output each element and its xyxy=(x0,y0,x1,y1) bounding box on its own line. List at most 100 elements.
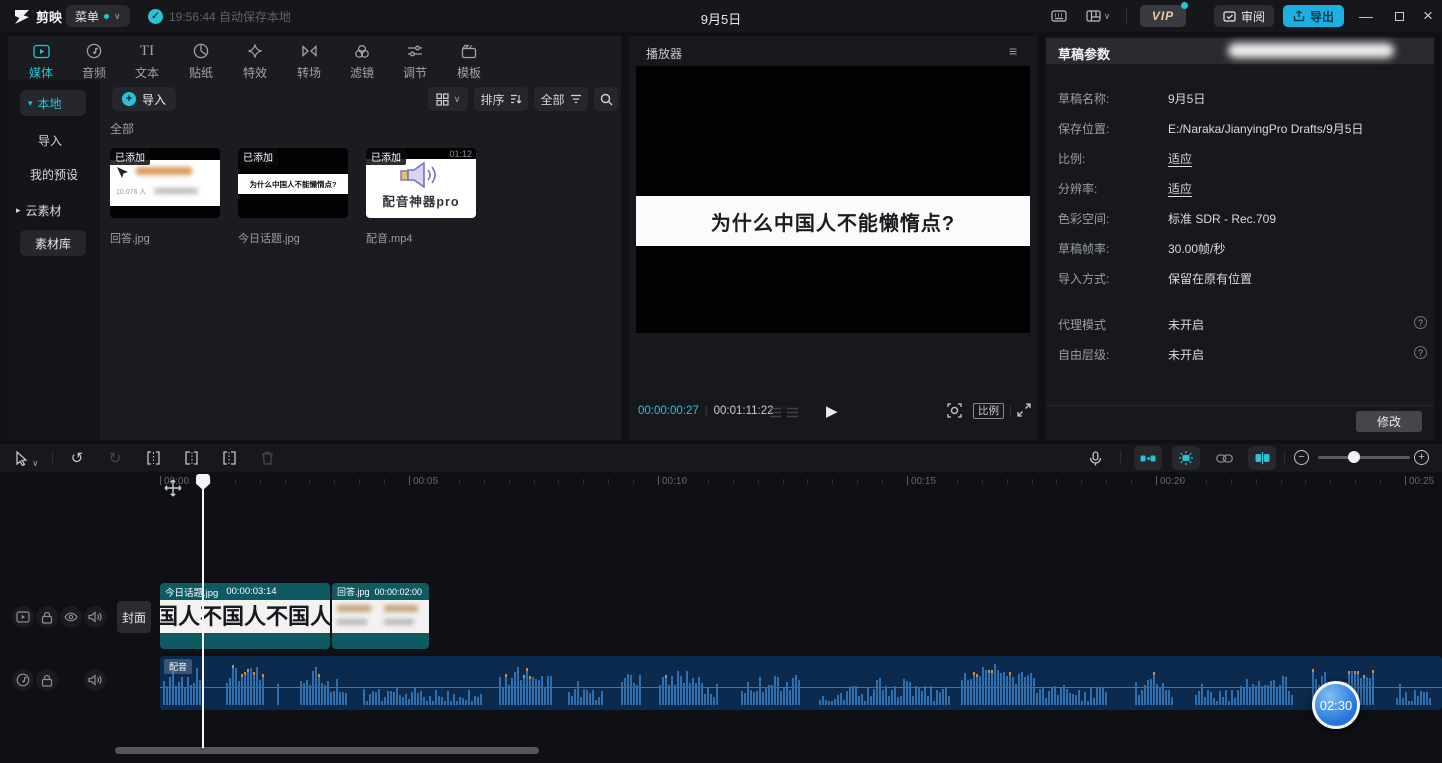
sidebar-item-library[interactable]: 素材库 xyxy=(20,230,86,256)
proxy-mode-value: 未开启 xyxy=(1168,316,1204,333)
audio-track-lock-button[interactable] xyxy=(36,669,58,691)
timeline-toolbar: ∨ ↺ ↻ xyxy=(0,444,1442,472)
audio-track-mute-button[interactable] xyxy=(84,669,106,691)
tab-text[interactable]: TI 文本 xyxy=(121,40,173,81)
video-viewport[interactable]: 为什么中国人不能懒惰点? xyxy=(636,66,1030,333)
clip-answer-header[interactable]: 回答.jpg 00:00:02:00 xyxy=(332,583,429,600)
fullscreen-icon xyxy=(1017,403,1031,417)
tab-audio[interactable]: 音频 xyxy=(68,40,120,81)
player-menu-button[interactable]: ≡ xyxy=(1009,43,1017,59)
auto-snap-icon xyxy=(1178,451,1194,465)
sidebar-item-cloud[interactable]: ▸ 云素材 xyxy=(16,202,62,219)
filter-icon xyxy=(570,93,582,105)
window-maximize-button[interactable] xyxy=(1385,4,1413,28)
main-track-magnet-button[interactable] xyxy=(1134,446,1162,470)
media-card-answer[interactable]: 已添加 10,076 人 xyxy=(110,148,220,218)
clip-answer-filmstrip[interactable] xyxy=(332,600,429,633)
keyboard-icon xyxy=(1051,10,1067,22)
select-tool-button[interactable] xyxy=(12,450,30,466)
auto-snap-button[interactable] xyxy=(1172,446,1200,470)
undo-button[interactable]: ↺ xyxy=(68,450,86,466)
ratio-value-dropdown[interactable]: 适应 xyxy=(1168,150,1192,167)
added-badge: 已添加 xyxy=(110,148,150,165)
filter-button[interactable]: 全部 xyxy=(534,87,588,111)
clip-topic-header[interactable]: 今日话题.jpg 00:00:03:14 xyxy=(160,583,330,600)
audio-clip-voiceover[interactable]: 配音 xyxy=(160,656,1442,710)
lock-icon xyxy=(41,674,53,687)
tab-adjust[interactable]: 调节 xyxy=(389,40,441,81)
voiceover-thumb-text: 配音神器pro xyxy=(366,191,476,210)
link-preview-button[interactable] xyxy=(1212,450,1236,466)
window-minimize-button[interactable]: — xyxy=(1352,4,1380,28)
video-caption-text: 为什么中国人不能懒惰点? xyxy=(711,207,955,236)
frame-preview-button[interactable] xyxy=(947,403,962,418)
layout-switch-button[interactable]: ∨ xyxy=(1080,4,1116,28)
vip-notification-dot xyxy=(1181,2,1188,9)
split-keep-right-button[interactable] xyxy=(220,450,238,466)
timeline-ruler[interactable]: 00:00 00:05 00:10 00:15 00:20 00:25 xyxy=(0,472,1442,494)
modify-button[interactable]: 修改 xyxy=(1356,411,1422,432)
tab-transition[interactable]: 转场 xyxy=(283,40,335,81)
clip-topic-footer xyxy=(160,633,330,649)
tab-template[interactable]: 模板 xyxy=(443,40,495,81)
clip-topic-filmstrip[interactable]: 国人不国人不国人不国人 xyxy=(160,600,330,633)
sidebar-item-import[interactable]: 导入 xyxy=(38,132,62,149)
split-button[interactable] xyxy=(144,450,162,466)
split-keep-left-button[interactable] xyxy=(182,450,200,466)
play-button[interactable]: ▶ xyxy=(826,402,838,420)
media-card-topic[interactable]: 已添加 为什么中国人不能懒惰点? xyxy=(238,148,348,218)
layout-icon xyxy=(1086,10,1101,22)
player-panel: 播放器 ≡ 为什么中国人不能懒惰点? 00:00:00:27 | 00:01:1… xyxy=(629,36,1038,440)
redo-icon: ↻ xyxy=(109,449,122,467)
tab-filter[interactable]: 滤镜 xyxy=(336,40,388,81)
zoom-slider-handle[interactable] xyxy=(1348,451,1360,463)
record-voiceover-button[interactable] xyxy=(1086,450,1104,466)
review-button[interactable]: 审阅 xyxy=(1214,5,1274,27)
menu-button[interactable]: 菜单 ∨ xyxy=(66,5,130,27)
sort-button[interactable]: 排序 xyxy=(474,87,528,111)
timeline-zoom-slider[interactable] xyxy=(1318,456,1410,459)
video-track-visibility-button[interactable] xyxy=(60,606,82,628)
media-card-voiceover[interactable]: 已添加 01:12 配音神器pro xyxy=(366,148,476,218)
sidebar-item-presets[interactable]: 我的预设 xyxy=(30,166,78,183)
vip-button[interactable]: VIP xyxy=(1140,5,1186,27)
select-tool-dropdown[interactable]: ∨ xyxy=(32,453,39,471)
plus-icon: + xyxy=(122,92,136,106)
recorder-timer-badge[interactable]: 02:30 xyxy=(1312,681,1360,729)
zoom-in-button[interactable]: + xyxy=(1414,450,1429,465)
horizontal-scrollbar[interactable] xyxy=(115,747,539,754)
tab-effects[interactable]: 特效 xyxy=(229,40,281,81)
media-sidebar: ▾ 本地 导入 我的预设 ▸ 云素材 素材库 xyxy=(8,80,100,440)
preview-axis-button[interactable] xyxy=(1248,446,1276,470)
delete-button[interactable] xyxy=(258,450,276,466)
view-mode-button[interactable]: ∨ xyxy=(428,87,468,111)
titlebar-divider xyxy=(1126,9,1127,23)
video-track-mute-button[interactable] xyxy=(84,606,106,628)
video-caption-band: 为什么中国人不能懒惰点? xyxy=(636,196,1030,246)
redo-button[interactable]: ↻ xyxy=(106,450,124,466)
cover-button[interactable]: 封面 xyxy=(117,601,151,633)
sticker-icon xyxy=(193,43,209,59)
search-button[interactable] xyxy=(594,87,618,111)
help-icon[interactable]: ? xyxy=(1414,316,1427,329)
tab-sticker[interactable]: 贴纸 xyxy=(175,40,227,81)
audio-clip-label: 配音 xyxy=(164,659,192,674)
resolution-value-dropdown[interactable]: 适应 xyxy=(1168,180,1192,197)
video-track-lock-button[interactable] xyxy=(36,606,58,628)
microphone-icon xyxy=(1089,451,1102,466)
tab-media[interactable]: 媒体 xyxy=(15,40,67,81)
zoom-out-button[interactable]: − xyxy=(1294,450,1309,465)
help-icon[interactable]: ? xyxy=(1414,346,1427,359)
sidebar-item-local[interactable]: ▾ 本地 xyxy=(20,90,86,116)
export-button[interactable]: 导出 xyxy=(1283,5,1344,27)
current-time: 00:00:00:27 xyxy=(638,405,699,417)
import-button[interactable]: + 导入 xyxy=(112,87,176,111)
shortcut-keyboard-button[interactable] xyxy=(1046,4,1072,28)
window-close-button[interactable]: × xyxy=(1414,4,1442,28)
magnet-icon xyxy=(1140,453,1156,464)
fullscreen-button[interactable] xyxy=(1017,403,1031,417)
maximize-icon xyxy=(1395,12,1404,21)
play-icon: ▶ xyxy=(826,403,838,420)
redacted-blob xyxy=(1228,43,1394,58)
aspect-ratio-button[interactable]: 比例 xyxy=(973,403,1004,419)
